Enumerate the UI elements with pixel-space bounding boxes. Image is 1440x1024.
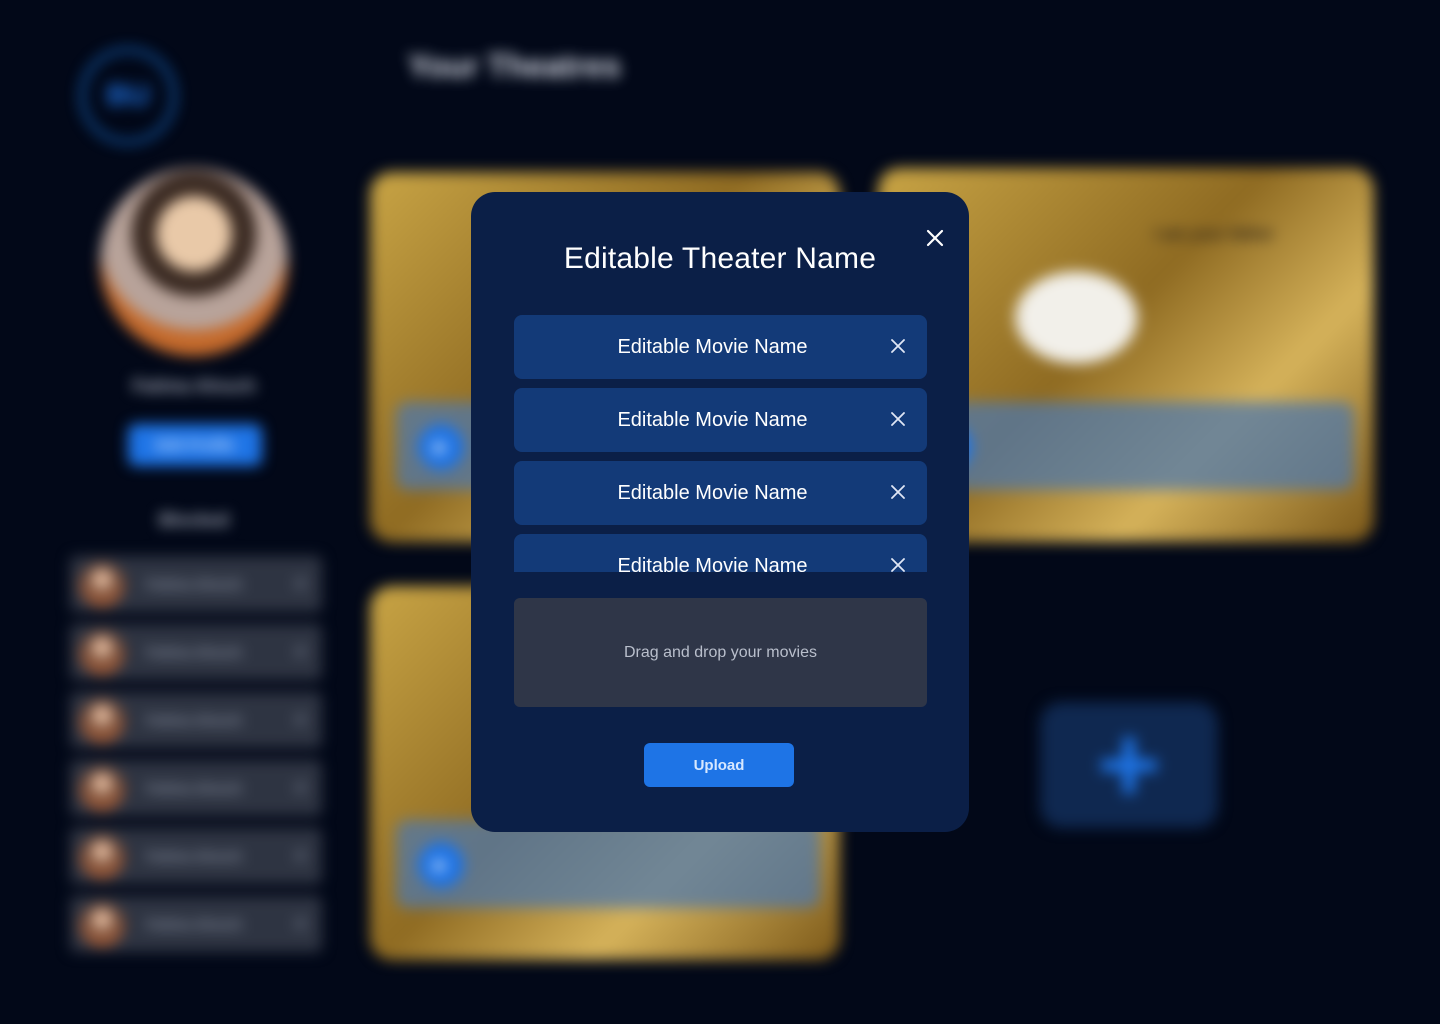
- close-icon[interactable]: ✕: [293, 914, 308, 935]
- profile-avatar: [100, 168, 288, 356]
- movie-list[interactable]: Editable Movie Name Editable Movie Name …: [514, 315, 927, 572]
- movie-name[interactable]: Editable Movie Name: [617, 336, 807, 359]
- blocked-user-row[interactable]: Fatima Alnuch ✕: [70, 828, 322, 884]
- movie-row[interactable]: Editable Movie Name: [514, 461, 927, 525]
- add-theatre-button[interactable]: +: [1040, 702, 1218, 828]
- blocked-user-name: Fatima Alnuch: [146, 916, 242, 932]
- avatar: [80, 834, 124, 878]
- blocked-title: Blocked: [158, 510, 230, 530]
- avatar: [80, 630, 124, 674]
- plus-icon: +: [1096, 703, 1162, 826]
- movie-name[interactable]: Editable Movie Name: [617, 555, 807, 573]
- blocked-user-name: Fatima Alnuch: [146, 576, 242, 592]
- app-window: BU Your Theatres Fatima Alnuch Edit Prof…: [0, 0, 1440, 1024]
- card-quote: I am your father: [1153, 226, 1274, 243]
- blocked-user-row[interactable]: Fatima Alnuch ✕: [70, 692, 322, 748]
- blocked-user-row[interactable]: Fatima Alnuch ✕: [70, 624, 322, 680]
- app-logo[interactable]: BU: [80, 48, 176, 144]
- close-icon[interactable]: [889, 410, 907, 428]
- card-player-bar: ▶: [904, 402, 1354, 490]
- close-icon[interactable]: [889, 483, 907, 501]
- blocked-user-row[interactable]: Fatima Alnuch ✕: [70, 556, 322, 612]
- blocked-user-name: Fatima Alnuch: [146, 644, 242, 660]
- dropzone-text: Drag and drop your movies: [624, 643, 817, 661]
- close-icon[interactable]: ✕: [293, 710, 308, 731]
- close-icon[interactable]: ✕: [293, 846, 308, 867]
- movie-row[interactable]: Editable Movie Name: [514, 534, 927, 572]
- close-icon[interactable]: [889, 556, 907, 572]
- blocked-user-name: Fatima Alnuch: [146, 848, 242, 864]
- movie-name[interactable]: Editable Movie Name: [617, 409, 807, 432]
- page-title: Your Theatres: [408, 48, 621, 84]
- blocked-user-row[interactable]: Fatima Alnuch ✕: [70, 896, 322, 952]
- movie-row[interactable]: Editable Movie Name: [514, 388, 927, 452]
- close-icon[interactable]: ✕: [293, 642, 308, 663]
- close-icon[interactable]: [889, 337, 907, 355]
- logo-text: BU: [106, 79, 150, 112]
- blocked-list: Fatima Alnuch ✕ Fatima Alnuch ✕ Fatima A…: [70, 556, 322, 964]
- avatar: [80, 562, 124, 606]
- edit-profile-button[interactable]: Edit Profile: [128, 424, 262, 466]
- play-icon[interactable]: ▶: [418, 842, 464, 888]
- profile-name: Fatima Alnuch: [132, 376, 256, 396]
- blocked-user-name: Fatima Alnuch: [146, 712, 242, 728]
- avatar: [80, 698, 124, 742]
- movie-name[interactable]: Editable Movie Name: [617, 482, 807, 505]
- play-icon[interactable]: ▶: [418, 424, 464, 470]
- card-player-bar: ▶: [396, 820, 820, 908]
- edit-theater-modal: Editable Theater Name Editable Movie Nam…: [471, 192, 969, 832]
- theater-name-title[interactable]: Editable Theater Name: [471, 242, 969, 276]
- movie-dropzone[interactable]: Drag and drop your movies: [514, 598, 927, 707]
- upload-button[interactable]: Upload: [644, 743, 794, 787]
- movie-row[interactable]: Editable Movie Name: [514, 315, 927, 379]
- avatar: [80, 902, 124, 946]
- blocked-user-name: Fatima Alnuch: [146, 780, 242, 796]
- close-icon[interactable]: ✕: [293, 574, 308, 595]
- avatar: [80, 766, 124, 810]
- close-icon[interactable]: ✕: [293, 778, 308, 799]
- blocked-user-row[interactable]: Fatima Alnuch ✕: [70, 760, 322, 816]
